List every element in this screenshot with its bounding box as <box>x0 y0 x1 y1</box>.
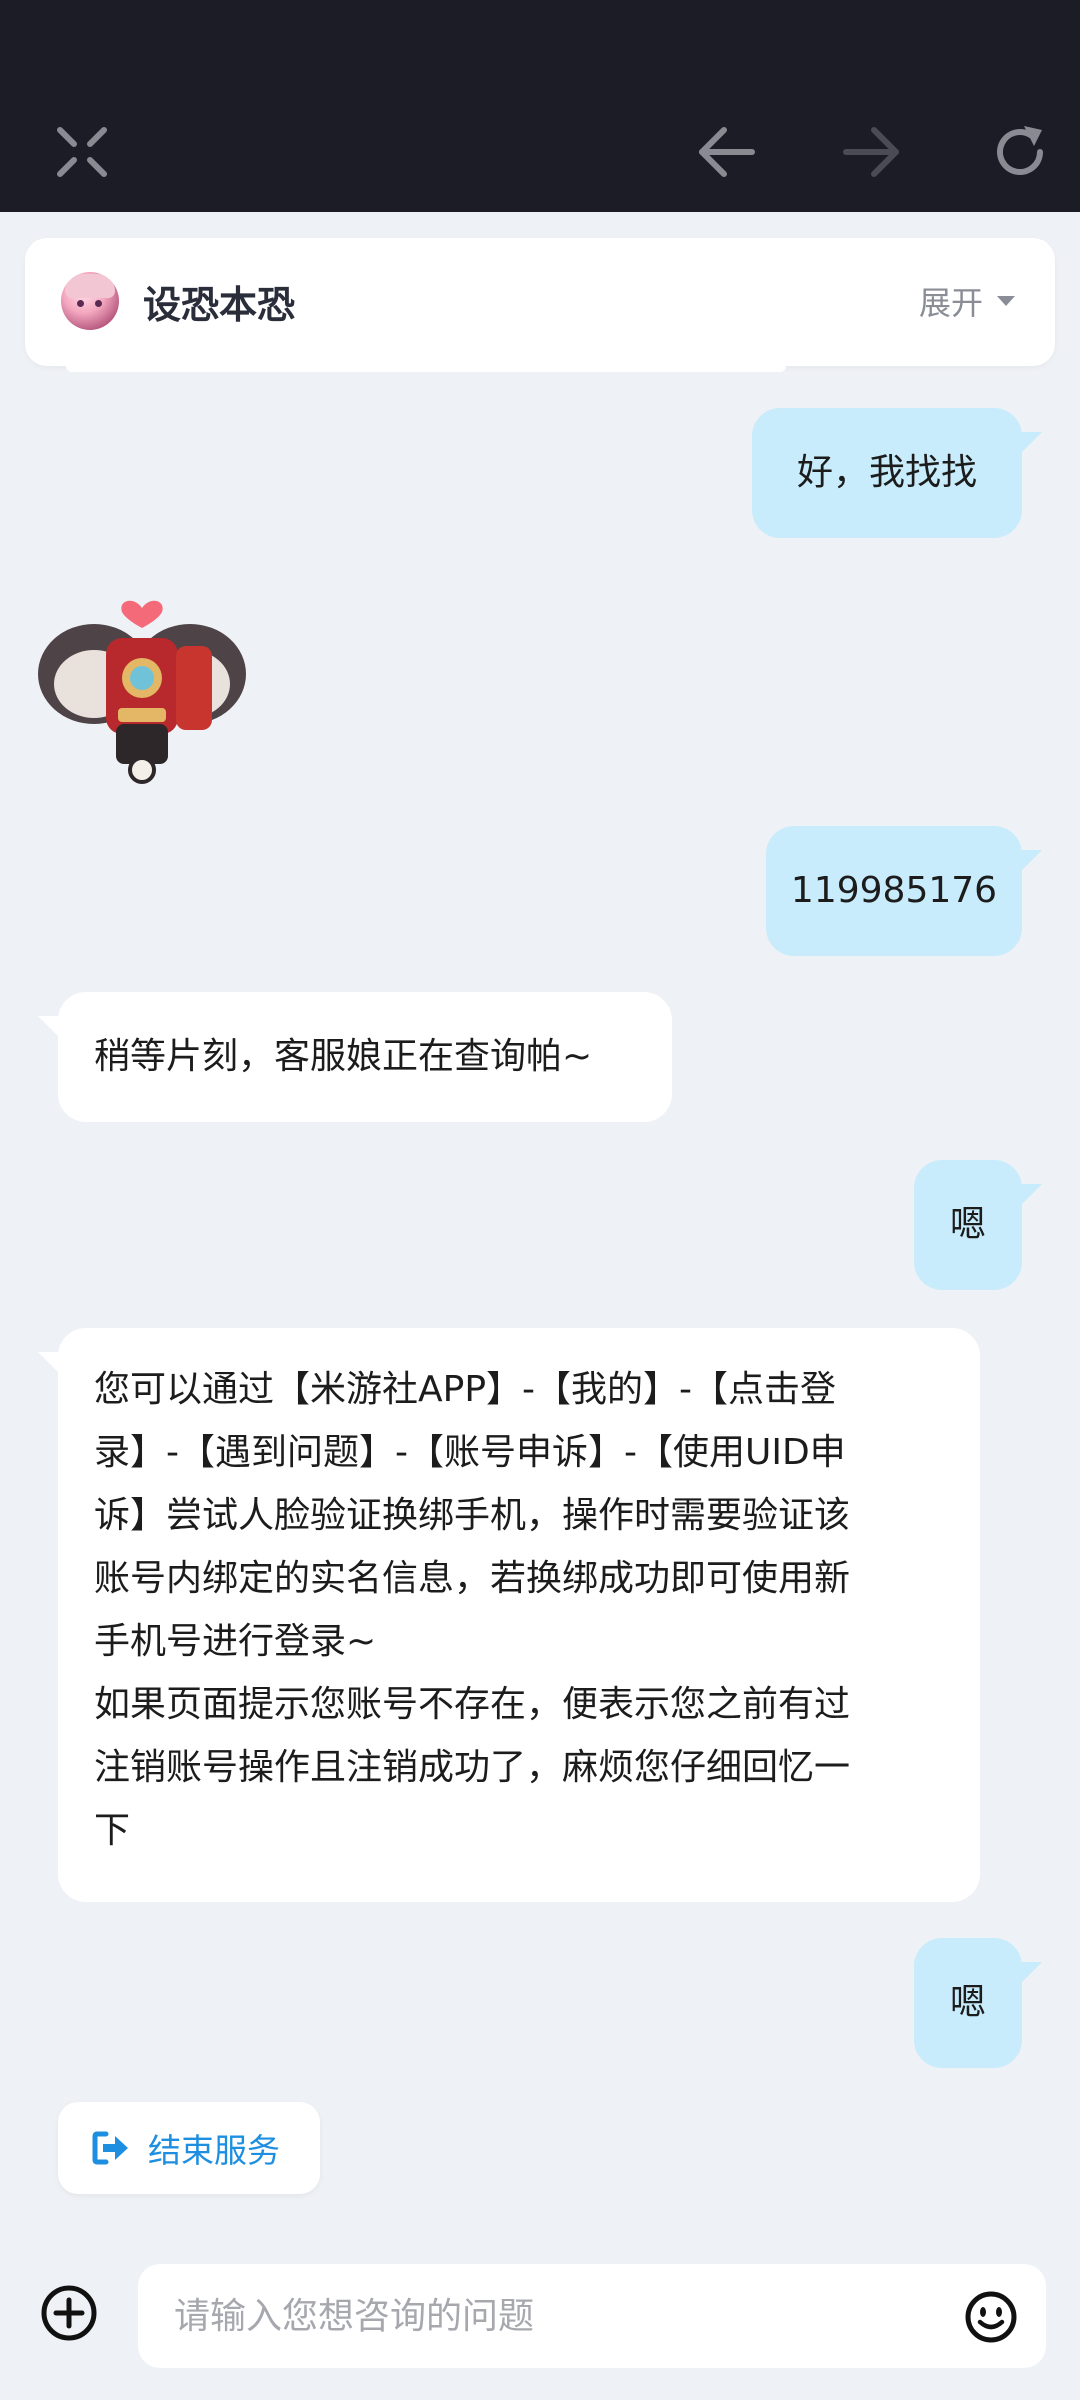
previous-message-peek <box>66 366 786 372</box>
message-text: 嗯 <box>949 1204 986 1245</box>
sticker-image[interactable] <box>34 574 250 790</box>
bubble-tail <box>38 1016 60 1038</box>
my-message-bubble[interactable]: 119985176 <box>766 826 1042 956</box>
message-line: 如果页面提示您账号不存在，便表示您之前有过 <box>94 1684 851 1725</box>
bubble-tail <box>1020 850 1042 872</box>
end-service-label: 结束服务 <box>148 2131 280 2170</box>
my-message-bubble[interactable]: 嗯 <box>914 1160 1042 1290</box>
agent-message-bubble[interactable]: 您可以通过【米游社APP】-【我的】-【点击登 录】-【遇到问题】-【账号申诉】… <box>38 1328 980 1902</box>
caret-down-icon <box>997 296 1015 306</box>
my-message-bubble[interactable]: 嗯 <box>914 1938 1042 2068</box>
message-input[interactable] <box>174 2282 934 2350</box>
my-message-bubble[interactable]: 好，我找找 <box>752 408 1042 538</box>
message-text: 嗯 <box>949 1982 986 2023</box>
message-text: 稍等片刻，客服娘正在查询帕~ <box>94 1036 593 1077</box>
bubble-tail <box>38 1352 60 1374</box>
add-attachment-icon[interactable] <box>40 2284 98 2342</box>
bubble-tail <box>1020 432 1042 454</box>
message-input-container <box>138 2264 1046 2368</box>
expand-toggle[interactable]: 展开 <box>919 278 1015 324</box>
close-icon[interactable] <box>50 120 114 184</box>
message-text: 119985176 <box>790 870 998 911</box>
message-line: 诉】尝试人脸验证换绑手机，操作时需要验证该 <box>94 1495 851 1536</box>
message-line: 账号内绑定的实名信息，若换绑成功即可使用新 <box>94 1558 851 1599</box>
end-service-button[interactable]: 结束服务 <box>58 2102 320 2194</box>
refresh-icon[interactable] <box>988 120 1052 184</box>
chat-header-card: 设恐本恐 展开 <box>25 238 1055 366</box>
message-line: 注销账号操作且注销成功了，麻烦您仔细回忆一 <box>94 1747 851 1788</box>
expand-label: 展开 <box>918 284 983 322</box>
top-toolbar <box>0 0 1080 212</box>
exit-icon <box>92 2131 128 2165</box>
message-line: 下 <box>94 1810 131 1851</box>
forward-arrow-icon[interactable] <box>840 120 904 184</box>
message-line: 您可以通过【米游社APP】-【我的】-【点击登 <box>94 1369 837 1410</box>
message-line: 手机号进行登录~ <box>94 1621 377 1662</box>
avatar <box>61 272 119 330</box>
contact-name: 设恐本恐 <box>143 283 296 327</box>
message-line: 录】-【遇到问题】-【账号申诉】-【使用UID申 <box>94 1432 846 1473</box>
bubble-tail <box>1020 1962 1042 1984</box>
message-text: 好，我找找 <box>796 452 977 493</box>
back-arrow-icon[interactable] <box>694 120 758 184</box>
bubble-tail <box>1020 1184 1042 1206</box>
emoji-icon[interactable] <box>964 2290 1018 2344</box>
agent-message-bubble[interactable]: 稍等片刻，客服娘正在查询帕~ <box>38 992 672 1122</box>
